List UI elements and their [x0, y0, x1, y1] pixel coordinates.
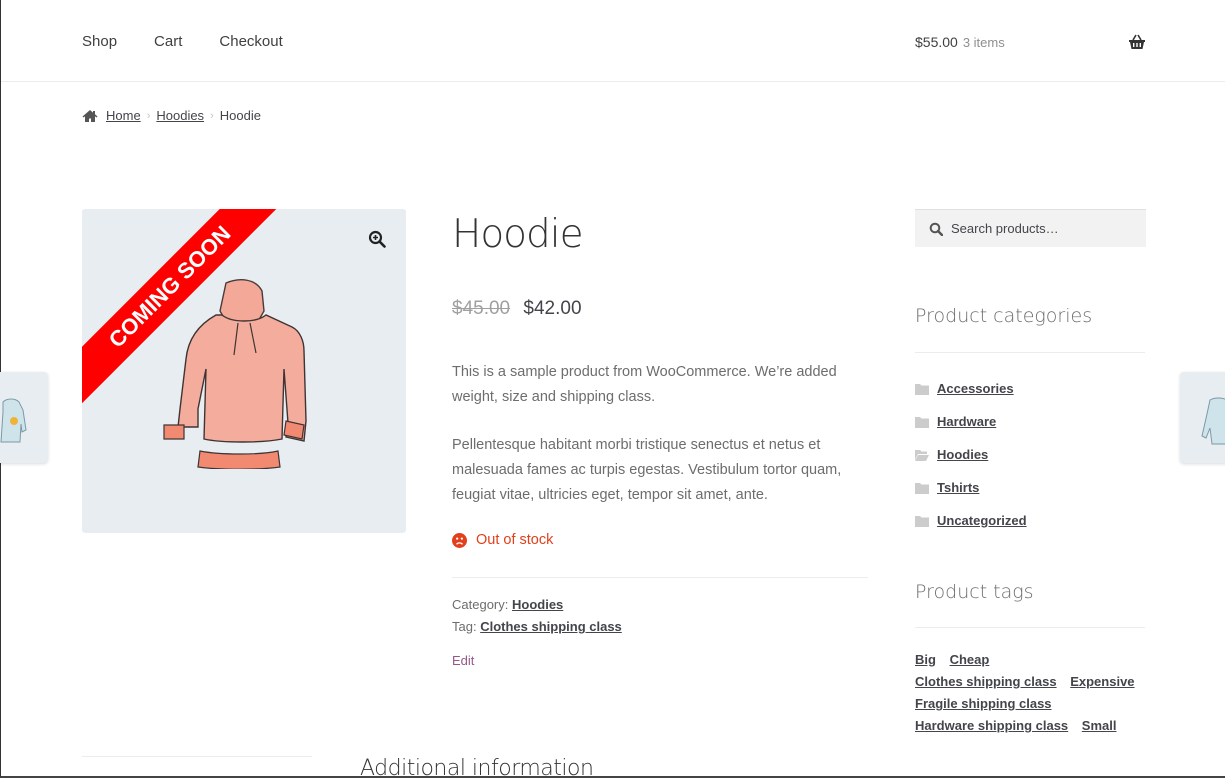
breadcrumb-home[interactable]: Home — [106, 108, 141, 123]
tag-link[interactable]: Expensive — [1070, 674, 1134, 689]
divider — [915, 627, 1145, 628]
divider — [452, 577, 868, 578]
hoodie-thumb-icon — [1201, 397, 1225, 445]
tag-link[interactable]: Hardware shipping class — [915, 718, 1068, 733]
categories-title: Product categories — [915, 305, 1093, 327]
tag-label: Tag: — [452, 619, 477, 634]
product-price: $45.00 $42.00 — [452, 298, 582, 320]
stock-status: Out of stock — [452, 532, 553, 548]
regular-price: $45.00 — [452, 298, 511, 319]
tag-cloud: Big Cheap Clothes shipping class Expensi… — [915, 649, 1150, 737]
nav-cart[interactable]: Cart — [154, 33, 182, 50]
category-item: Hardware — [915, 405, 1027, 438]
description-paragraph: This is a sample product from WooCommerc… — [452, 364, 837, 405]
breadcrumb-separator: › — [210, 109, 214, 122]
next-product-thumb[interactable] — [1180, 372, 1225, 463]
tag-link[interactable]: Clothes shipping class — [480, 619, 622, 634]
search-icon — [929, 222, 943, 236]
tag-link[interactable]: Fragile shipping class — [915, 696, 1052, 711]
category-item: Tshirts — [915, 471, 1027, 504]
folder-icon — [915, 482, 929, 494]
folder-icon — [915, 515, 929, 527]
cart-total: $55.00 — [915, 34, 958, 50]
tag-link[interactable]: Big — [915, 652, 936, 667]
product-title: Hoodie — [452, 212, 584, 257]
folder-icon — [915, 383, 929, 395]
nav-shop[interactable]: Shop — [82, 33, 117, 50]
breadcrumb-current: Hoodie — [219, 108, 261, 123]
frown-icon — [452, 532, 467, 548]
zoom-in-icon[interactable] — [364, 226, 390, 252]
product-search — [915, 209, 1146, 247]
description-paragraph: Pellentesque habitant morbi tristique se… — [452, 437, 842, 503]
hoodie-thumb-icon — [0, 398, 27, 443]
tag-link[interactable]: Clothes shipping class — [915, 674, 1057, 689]
category-item: Accessories — [915, 372, 1027, 405]
product-gallery[interactable]: COMING SOON — [82, 209, 406, 533]
category-link-accessories[interactable]: Accessories — [937, 381, 1014, 396]
category-link-tshirts[interactable]: Tshirts — [937, 480, 979, 495]
folder-open-icon — [915, 449, 929, 461]
category-label: Category: — [452, 597, 509, 612]
primary-nav: Shop Cart Checkout — [82, 33, 320, 50]
category-list: Accessories Hardware Hoodies Tshirts Unc… — [915, 372, 1027, 537]
product-image — [163, 279, 307, 469]
tabs-divider — [82, 756, 312, 757]
divider — [915, 352, 1145, 353]
basket-icon[interactable] — [1128, 34, 1146, 50]
breadcrumb-hoodies[interactable]: Hoodies — [156, 108, 204, 123]
folder-icon — [915, 416, 929, 428]
previous-product-thumb[interactable] — [0, 372, 48, 463]
breadcrumb: Home › Hoodies › Hoodie — [82, 108, 261, 123]
tag-link[interactable]: Small — [1082, 718, 1117, 733]
tags-title: Product tags — [915, 581, 1034, 603]
stock-label: Out of stock — [476, 532, 554, 548]
nav-checkout[interactable]: Checkout — [219, 33, 282, 50]
header-cart[interactable]: $55.00 3 items — [915, 34, 1005, 50]
category-item: Uncategorized — [915, 504, 1027, 537]
tag-link[interactable]: Cheap — [950, 652, 990, 667]
search-input[interactable] — [951, 221, 1141, 236]
category-link-hoodies[interactable]: Hoodies — [937, 447, 988, 462]
category-link-uncategorized[interactable]: Uncategorized — [937, 513, 1027, 528]
sale-price: $42.00 — [523, 298, 582, 319]
cart-count: 3 items — [962, 35, 1005, 50]
category-item: Hoodies — [915, 438, 1027, 471]
category-link-hardware[interactable]: Hardware — [937, 414, 996, 429]
category-link[interactable]: Hoodies — [512, 597, 563, 612]
home-icon — [82, 109, 98, 122]
site-header: Shop Cart Checkout $55.00 3 items — [1, 0, 1225, 82]
breadcrumb-separator: › — [146, 109, 151, 122]
edit-link[interactable]: Edit — [452, 653, 474, 668]
product-description: This is a sample product from WooCommerc… — [452, 360, 872, 531]
additional-information-heading: Additional information — [360, 756, 594, 778]
product-meta: Category: Hoodies Tag: Clothes shipping … — [452, 594, 622, 638]
